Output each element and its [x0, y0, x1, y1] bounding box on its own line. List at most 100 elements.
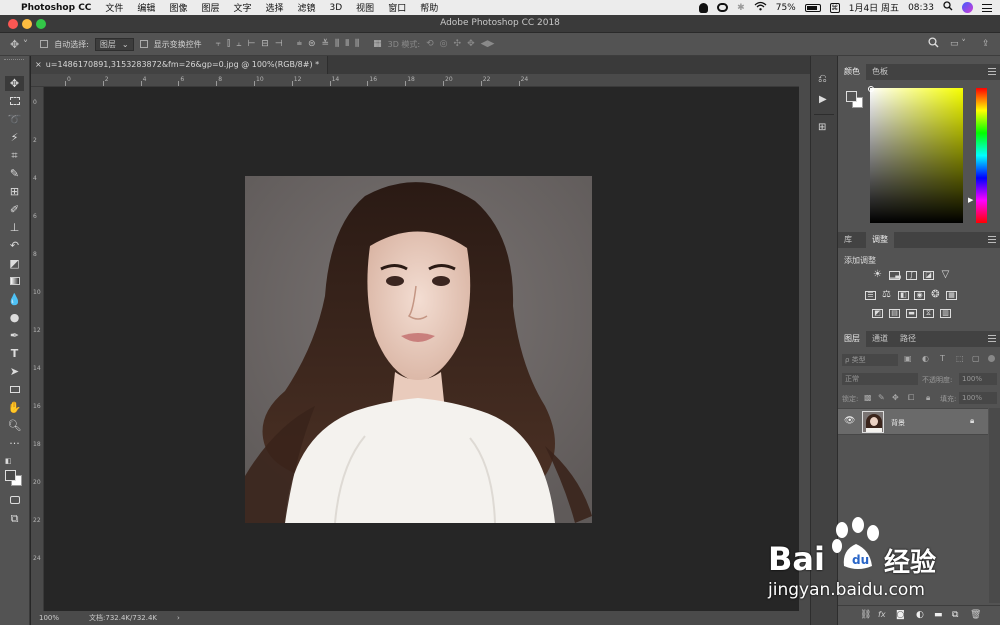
default-colors-icon[interactable]: ◧	[5, 454, 24, 469]
filter-smart-icon[interactable]: ▢	[972, 354, 980, 363]
menu-layer[interactable]: 图层	[194, 1, 226, 14]
close-tab-icon[interactable]: ×	[35, 60, 42, 69]
3d-scale-icon[interactable]: ◀▶	[481, 39, 495, 49]
align-bottom-icon[interactable]: ⫠	[236, 39, 241, 49]
fill-input[interactable]: 100%	[959, 392, 997, 404]
clone-stamp-tool-icon[interactable]: ⊥	[5, 220, 24, 235]
align-vcenter-icon[interactable]: ⫿	[227, 39, 230, 49]
invert-icon[interactable]: ◩	[872, 309, 883, 318]
input-method-icon[interactable]: ⌘	[829, 2, 840, 13]
menu-edit[interactable]: 编辑	[130, 1, 162, 14]
path-selection-tool-icon[interactable]: ➤	[5, 364, 24, 379]
quick-mask-icon[interactable]	[5, 493, 24, 508]
filter-type-icon[interactable]: T	[940, 354, 945, 363]
blend-mode-dropdown[interactable]: 正常	[842, 373, 918, 385]
3d-slide-icon[interactable]: ✥	[467, 39, 475, 49]
align-left-icon[interactable]: ⊢	[247, 39, 255, 49]
auto-align-icon[interactable]: ▦	[373, 39, 382, 49]
wifi-icon[interactable]	[754, 1, 767, 14]
pen-tool-icon[interactable]: ✒	[5, 328, 24, 343]
hue-saturation-icon[interactable]: ☰	[865, 291, 876, 300]
layers-panel-menu-icon[interactable]	[988, 335, 996, 342]
menu-type[interactable]: 文字	[226, 1, 258, 14]
color-lookup-icon[interactable]: ▦	[946, 291, 957, 300]
tab-layers[interactable]: 图层	[838, 331, 866, 347]
zoom-tool-icon[interactable]: 🔍︎	[5, 418, 24, 433]
menu-window[interactable]: 窗口	[381, 1, 413, 14]
menu-select[interactable]: 选择	[258, 1, 290, 14]
levels-icon[interactable]: ▁▃	[889, 271, 901, 280]
menu-file[interactable]: 文件	[98, 1, 130, 14]
distribute-left-icon[interactable]: ⫼	[335, 39, 339, 49]
distribute-right-icon[interactable]: ⫼	[355, 39, 359, 49]
color-field[interactable]	[870, 88, 963, 223]
tab-libraries[interactable]: 库	[838, 232, 858, 248]
auto-select-dropdown[interactable]: 图层 ⌄	[94, 37, 134, 51]
color-panel-menu-icon[interactable]	[988, 68, 996, 75]
lock-all-icon[interactable]: 🔒︎	[926, 393, 930, 403]
tab-channels[interactable]: 通道	[866, 331, 894, 347]
tab-color[interactable]: 颜色	[838, 64, 866, 80]
filter-pixel-icon[interactable]: ▣	[904, 354, 912, 363]
menu-image[interactable]: 图像	[162, 1, 194, 14]
crop-tool-icon[interactable]: ⌗	[5, 148, 24, 163]
color-balance-icon[interactable]: ⚖	[881, 290, 892, 300]
hue-slider[interactable]	[976, 88, 987, 223]
tab-swatches[interactable]: 色板	[866, 64, 894, 80]
distribute-bottom-icon[interactable]: ≚	[322, 39, 330, 49]
magic-wand-tool-icon[interactable]: ⚡	[5, 130, 24, 145]
layer-row-background[interactable]: 👁︎ 背景 🔒︎	[838, 408, 988, 435]
brush-tool-icon[interactable]: ✐	[5, 202, 24, 217]
show-transform-checkbox[interactable]	[139, 40, 148, 48]
qq-icon[interactable]	[699, 2, 709, 13]
healing-brush-tool-icon[interactable]: ⊞	[5, 184, 24, 199]
hue-slider-handle-icon[interactable]: ▶	[968, 196, 973, 204]
workspace-icon[interactable]: ▭ ˅	[950, 39, 966, 49]
siri-icon[interactable]	[962, 2, 973, 13]
date-text[interactable]: 1月4日 周五	[849, 1, 899, 14]
black-white-icon[interactable]: ◧	[898, 291, 909, 300]
adjustments-panel-menu-icon[interactable]	[988, 236, 996, 243]
type-tool-icon[interactable]: T	[5, 346, 24, 361]
history-panel-icon[interactable]: ⎌	[818, 72, 827, 86]
zoom-level[interactable]: 100%	[39, 614, 59, 622]
move-tool-icon[interactable]: ✥	[5, 76, 24, 91]
tab-adjustments[interactable]: 调整	[866, 232, 894, 248]
vibrance-icon[interactable]: ▽	[940, 270, 951, 280]
notification-center-icon[interactable]	[982, 3, 992, 12]
menu-3d[interactable]: 3D	[323, 3, 350, 13]
3d-pan-icon[interactable]: ✣	[454, 39, 462, 49]
properties-panel-icon[interactable]: ⊞	[818, 122, 826, 133]
document-image[interactable]	[245, 176, 592, 523]
opacity-input[interactable]: 100%	[959, 373, 997, 385]
color-picker-cursor[interactable]	[868, 86, 874, 92]
3d-rotate-icon[interactable]: ⟲	[426, 39, 434, 49]
lock-transparent-icon[interactable]: ▩	[864, 393, 872, 402]
lock-pixels-icon[interactable]: ✎	[878, 393, 885, 402]
lock-position-icon[interactable]: ✥	[892, 393, 899, 402]
rectangle-tool-icon[interactable]	[5, 382, 24, 397]
exposure-icon[interactable]: ◪	[923, 271, 934, 280]
layer-visibility-eye-icon[interactable]: 👁︎	[844, 416, 855, 426]
dodge-tool-icon[interactable]: ●	[5, 310, 24, 325]
share-icon[interactable]: ⇪	[982, 39, 990, 49]
layer-filter-dropdown[interactable]: ρ 类型	[842, 354, 898, 366]
more-tools-icon[interactable]: ···	[5, 436, 24, 451]
threshold-icon[interactable]: ▬	[906, 309, 917, 318]
panel-foreground-swatch[interactable]	[846, 91, 857, 102]
brightness-contrast-icon[interactable]: ☀	[872, 270, 883, 280]
app-menu[interactable]: Photoshop CC	[14, 3, 98, 13]
layer-name[interactable]: 背景	[891, 418, 905, 428]
selective-color-icon[interactable]: ▥	[940, 309, 951, 318]
channel-mixer-icon[interactable]: ❂	[930, 290, 941, 300]
align-right-icon[interactable]: ⊣	[275, 39, 283, 49]
align-top-icon[interactable]: ⫟	[216, 39, 221, 49]
horizontal-ruler[interactable]: 0 2 4 6 8 10 12 14 16 18 20 22 24	[31, 74, 799, 87]
filter-toggle[interactable]	[988, 355, 995, 362]
search-icon[interactable]	[928, 37, 939, 51]
curves-icon[interactable]: ∫	[906, 271, 917, 280]
cloud-icon[interactable]	[717, 3, 729, 12]
distribute-vcenter-icon[interactable]: ⊜	[308, 39, 316, 49]
distribute-top-icon[interactable]: ⩧	[297, 39, 302, 49]
hand-tool-icon[interactable]: ✋	[5, 400, 24, 415]
